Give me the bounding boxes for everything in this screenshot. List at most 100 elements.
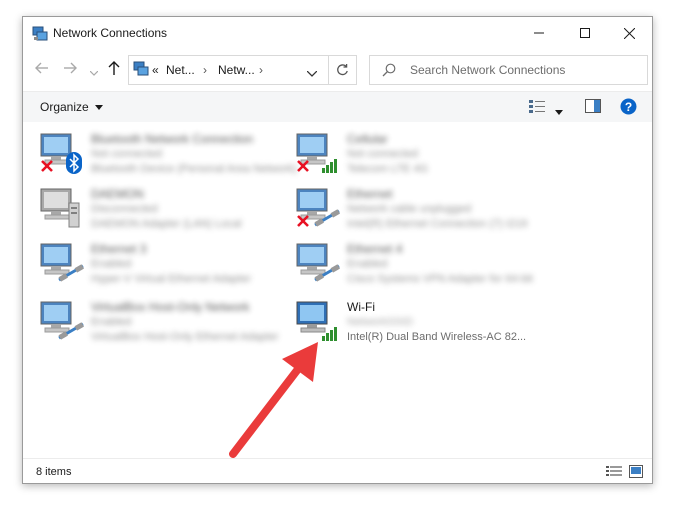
connection-device: Bluetooth Device (Personal Area Network) [91, 163, 298, 175]
organize-menu-button[interactable]: Organize [40, 100, 104, 114]
command-bar: Organize ? [23, 91, 652, 123]
connection-name: Ethernet [347, 187, 393, 201]
change-view-button[interactable] [529, 99, 545, 116]
close-button[interactable] [606, 17, 652, 49]
chevron-down-icon [306, 70, 318, 77]
recent-locations-button[interactable] [89, 65, 99, 80]
connection-device: DAEMON Adapter (LAN) Local [91, 218, 242, 230]
disconnected-x-icon [297, 160, 309, 172]
list-item-wifi[interactable]: Wi-Fi NetworkSSID Intel(R) Dual Band Wir… [295, 298, 545, 350]
breadcrumb-item-net[interactable]: Net... [166, 63, 195, 77]
list-item[interactable]: Ethernet Network cable unplugged Intel(R… [295, 185, 545, 237]
network-adapter-icon [295, 130, 343, 178]
title-bar: Network Connections [23, 17, 652, 49]
refresh-icon [337, 63, 348, 75]
network-connections-app-icon [32, 26, 48, 45]
connection-device: Telecom LTE 4G [347, 163, 429, 175]
connection-name: Bluetooth Network Connection [91, 132, 254, 146]
connection-status: Enabled [347, 258, 388, 270]
control-panel-icon [133, 61, 149, 80]
connection-status: Network cable unplugged [347, 203, 472, 215]
annotation-arrow [229, 342, 318, 458]
connection-name: Ethernet 3 [91, 242, 147, 256]
organize-label: Organize [40, 100, 89, 114]
preview-pane-button[interactable] [585, 99, 601, 116]
view-details-icon [529, 100, 545, 113]
up-arrow-icon [108, 61, 120, 75]
bluetooth-icon [66, 152, 82, 174]
svg-text:?: ? [625, 100, 632, 114]
back-arrow-icon [35, 62, 48, 74]
breadcrumb-separator[interactable]: › [203, 63, 207, 77]
network-adapter-icon [39, 130, 87, 178]
help-button[interactable]: ? [620, 98, 637, 118]
address-row: « Net... › Netw... › Search Network Conn… [23, 54, 652, 85]
large-icons-view-button[interactable] [629, 465, 643, 481]
list-item[interactable]: Ethernet 3 Enabled Hyper-V Virtual Ether… [39, 240, 289, 292]
search-icon [382, 63, 396, 80]
list-item[interactable]: DAEMON Disconnected DAEMON Adapter (LAN)… [39, 185, 289, 237]
back-button[interactable] [35, 62, 49, 77]
help-icon: ? [620, 98, 637, 115]
dropdown-triangle-icon [95, 105, 104, 110]
address-dropdown-button[interactable] [306, 66, 318, 80]
connection-name: Wi-Fi [347, 300, 375, 314]
signal-bars-icon [322, 159, 337, 173]
connection-status: Enabled [91, 258, 132, 270]
forward-arrow-icon [64, 62, 77, 74]
disconnected-x-icon [297, 215, 309, 227]
close-icon [623, 27, 635, 39]
refresh-button[interactable] [328, 55, 357, 85]
details-view-icon [606, 466, 622, 476]
connection-status: Not connected [347, 148, 418, 160]
minimize-button[interactable] [516, 17, 562, 49]
breadcrumb-item-network[interactable]: Netw... [218, 63, 255, 77]
network-adapter-icon [39, 298, 87, 346]
connection-name: DAEMON [91, 187, 144, 201]
details-view-button[interactable] [606, 465, 622, 481]
up-button[interactable] [108, 61, 120, 78]
list-item[interactable]: Ethernet 4 Enabled Cisco Systems VPN Ada… [295, 240, 545, 292]
more-views-dropdown-button[interactable] [555, 104, 563, 118]
ethernet-cable-icon [314, 264, 340, 282]
ethernet-cable-icon [58, 264, 84, 282]
connection-status: Enabled [91, 316, 132, 328]
breadcrumb-overflow[interactable]: « [152, 63, 159, 77]
disconnected-x-icon [41, 160, 53, 172]
large-icons-view-icon [629, 465, 643, 478]
network-adapter-icon [295, 240, 343, 288]
connection-ssid: NetworkSSID [347, 316, 414, 328]
search-box[interactable]: Search Network Connections [369, 55, 648, 85]
connection-device: Hyper-V Virtual Ethernet Adapter [91, 273, 251, 285]
connection-status: Disconnected [91, 203, 158, 215]
connection-device: Intel(R) Dual Band Wireless-AC 82... [347, 331, 527, 343]
connection-device: Cisco Systems VPN Adapter for 64-bit [347, 273, 533, 285]
ethernet-cable-icon [58, 322, 84, 340]
address-bar[interactable]: « Net... › Netw... › [128, 55, 329, 85]
network-adapter-icon [39, 240, 87, 288]
ethernet-cable-icon [314, 209, 340, 227]
list-item[interactable]: Bluetooth Network Connection Not connect… [39, 130, 297, 182]
network-connections-window: Network Connections « Net... › Netw... ›… [22, 16, 653, 484]
item-count: 8 items [36, 466, 72, 478]
connection-name: Ethernet 4 [347, 242, 403, 256]
network-adapter-icon [39, 185, 87, 233]
dropdown-triangle-icon [555, 110, 563, 115]
connection-status: Not connected [91, 148, 162, 160]
minimize-icon [534, 32, 544, 34]
window-title: Network Connections [53, 26, 168, 40]
maximize-icon [580, 28, 590, 38]
breadcrumb-separator[interactable]: › [259, 63, 263, 77]
maximize-button[interactable] [562, 17, 608, 49]
search-input[interactable]: Search Network Connections [410, 63, 565, 77]
network-adapter-icon [295, 185, 343, 233]
connection-device: Intel(R) Ethernet Connection (7) I219 [347, 218, 528, 230]
forward-button[interactable] [63, 62, 77, 77]
preview-pane-icon [585, 99, 601, 113]
computer-tower-icon [40, 188, 80, 228]
connection-name: VirtualBox Host-Only Network [91, 300, 250, 314]
connection-name: Cellular [347, 132, 388, 146]
status-bar: 8 items [23, 458, 652, 483]
chevron-down-icon [89, 70, 99, 76]
list-item[interactable]: Cellular Not connected Telecom LTE 4G [295, 130, 545, 182]
